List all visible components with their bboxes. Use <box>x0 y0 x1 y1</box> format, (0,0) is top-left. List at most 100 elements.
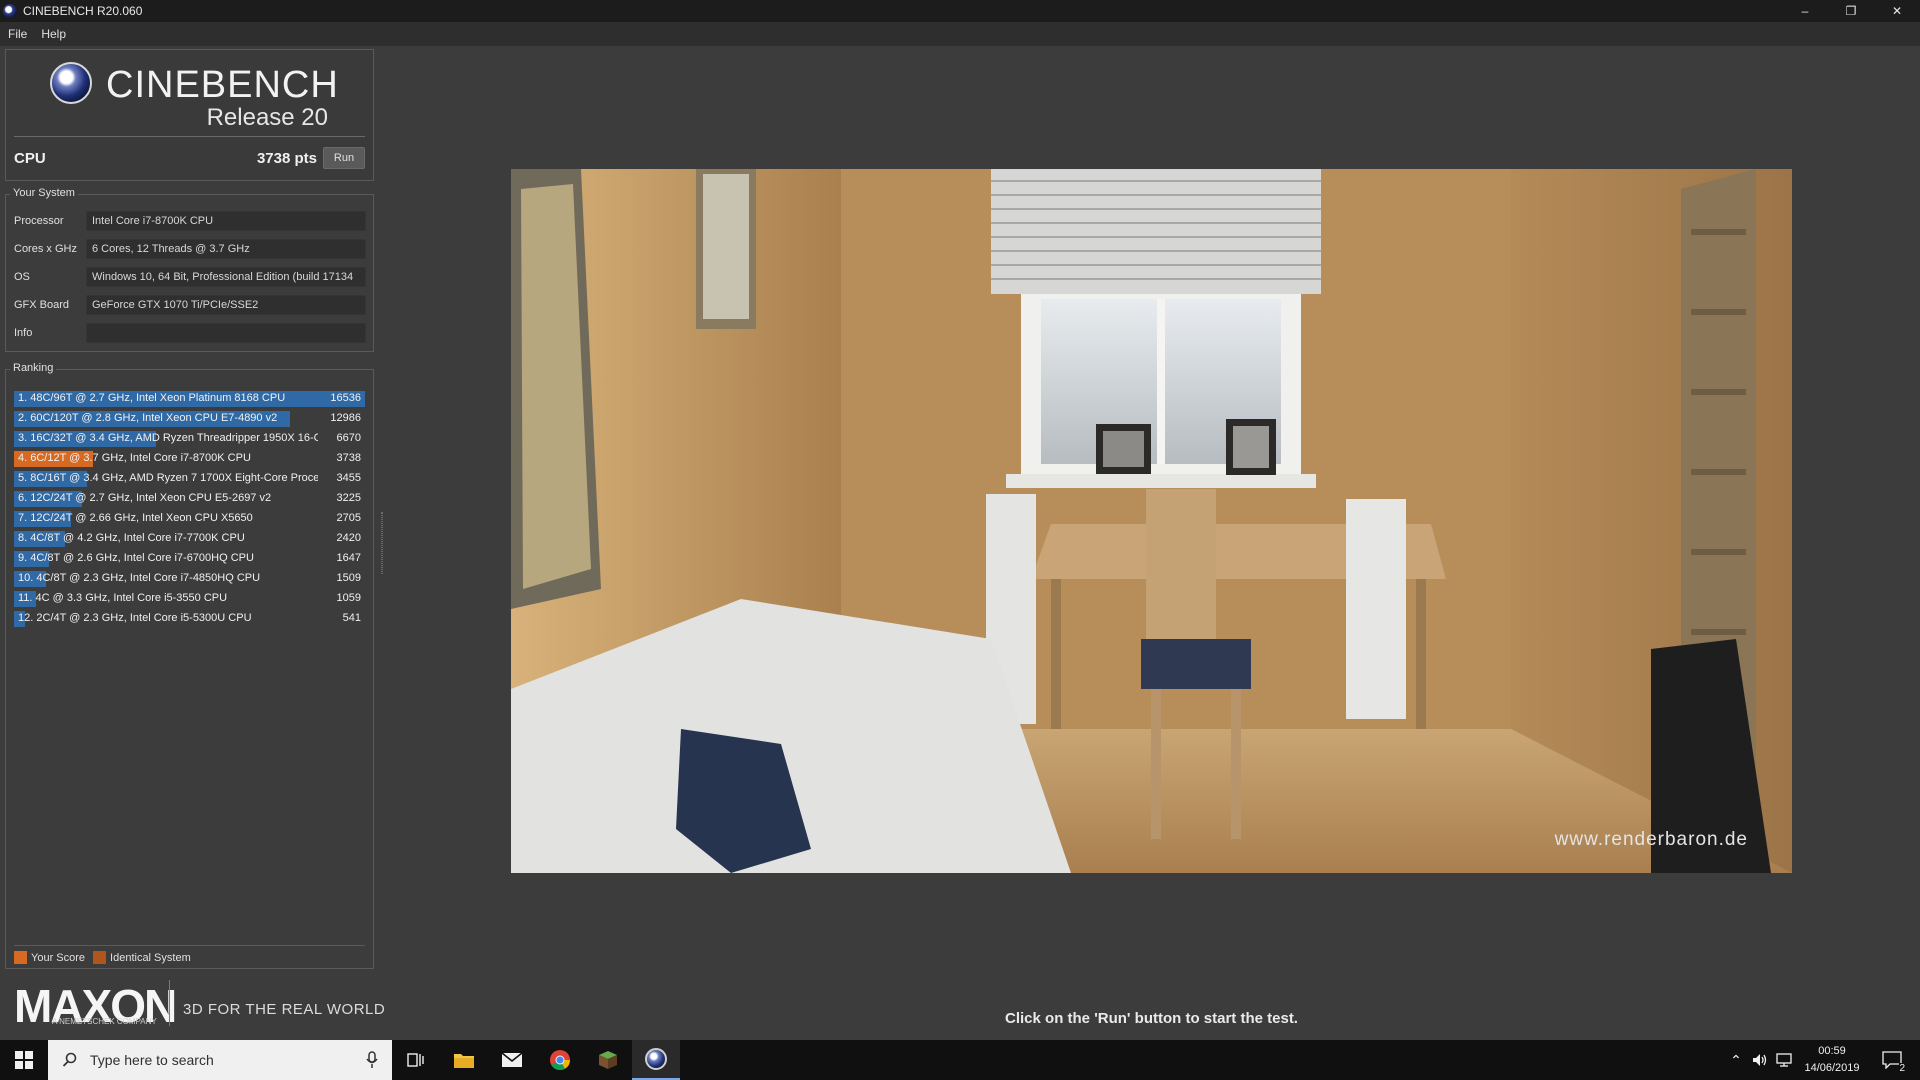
ranking-score-text: 3455 <box>336 472 361 484</box>
ranking-label-text: 8. 4C/8T @ 4.2 GHz, Intel Core i7-7700K … <box>18 532 245 544</box>
ranking-row[interactable]: 5. 8C/16T @ 3.4 GHz, AMD Ryzen 7 1700X E… <box>14 470 365 488</box>
ranking-score-text: 16536 <box>330 392 361 404</box>
cinebench-logo-icon <box>50 62 92 104</box>
cinebench-icon[interactable] <box>632 1040 680 1080</box>
tray-chevron-up-icon[interactable]: ⌃ <box>1724 1040 1748 1080</box>
identical-system-swatch <box>93 951 107 964</box>
system-row-info: Info <box>14 322 366 344</box>
clock-date[interactable]: 14/06/2019 <box>1796 1062 1868 1074</box>
maximize-button[interactable]: ❐ <box>1828 0 1874 22</box>
status-message: Click on the 'Run' button to start the t… <box>1005 1010 1298 1027</box>
ranking-row[interactable]: 3. 16C/32T @ 3.4 GHz, AMD Ryzen Threadri… <box>14 430 365 448</box>
system-value: Windows 10, 64 Bit, Professional Edition… <box>86 267 366 287</box>
divider <box>14 945 365 946</box>
menu-help[interactable]: Help <box>41 27 66 41</box>
ranking-label-text: 2. 60C/120T @ 2.8 GHz, Intel Xeon CPU E7… <box>18 412 278 424</box>
room-scene-image: www.renderbaron.de <box>511 169 1792 873</box>
ranking-score-text: 2705 <box>336 512 361 524</box>
ranking-score-text: 541 <box>342 612 361 624</box>
ranking-row[interactable]: 7. 12C/24T @ 2.66 GHz, Intel Xeon CPU X5… <box>14 510 365 528</box>
taskbar-search[interactable]: Type here to search <box>48 1040 392 1080</box>
ranking-label: Ranking <box>10 362 57 374</box>
clock-time[interactable]: 00:59 <box>1796 1045 1868 1057</box>
cinebench-app-icon <box>3 4 17 18</box>
divider <box>14 136 365 137</box>
ranking-legend: Your Score Identical System <box>14 951 191 964</box>
panel-splitter-handle[interactable] <box>381 512 383 574</box>
ranking-score-text: 1647 <box>336 552 361 564</box>
search-icon <box>62 1052 77 1067</box>
ranking-score-text: 3738 <box>336 452 361 464</box>
ranking-label-text: 12. 2C/4T @ 2.3 GHz, Intel Core i5-5300U… <box>18 612 252 624</box>
task-view-icon[interactable] <box>392 1040 440 1080</box>
ranking-label-text: 6. 12C/24T @ 2.7 GHz, Intel Xeon CPU E5-… <box>18 492 272 504</box>
cinebench-header-panel: CINEBENCH Release 20 CPU 3738 pts Run <box>5 49 374 181</box>
search-placeholder: Type here to search <box>90 1052 214 1068</box>
ranking-score-text: 1059 <box>336 592 361 604</box>
ranking-label-text: 5. 8C/16T @ 3.4 GHz, AMD Ryzen 7 1700X E… <box>18 472 318 484</box>
window-title: CINEBENCH R20.060 <box>23 4 143 18</box>
system-row-os: OS Windows 10, 64 Bit, Professional Edit… <box>14 266 366 288</box>
release-label: Release 20 <box>206 104 328 131</box>
ranking-row[interactable]: 1. 48C/96T @ 2.7 GHz, Intel Xeon Platinu… <box>14 390 365 408</box>
system-row-gfx: GFX Board GeForce GTX 1070 Ti/PCIe/SSE2 <box>14 294 366 316</box>
minecraft-icon[interactable] <box>584 1040 632 1080</box>
cpu-score: 3738 pts <box>256 150 317 167</box>
brand-title: CINEBENCH <box>106 64 339 106</box>
close-button[interactable]: ✕ <box>1874 0 1920 22</box>
legend-identical: Identical System <box>110 951 191 964</box>
your-score-swatch <box>14 951 27 964</box>
ranking-score-text: 2420 <box>336 532 361 544</box>
ranking-group: Ranking 1. 48C/96T @ 2.7 GHz, Intel Xeon… <box>5 362 374 969</box>
taskbar: Type here to search ⌃ 00:59 14/06/2019 2 <box>0 1040 1920 1080</box>
system-value: GeForce GTX 1070 Ti/PCIe/SSE2 <box>86 295 366 315</box>
ranking-label-text: 1. 48C/96T @ 2.7 GHz, Intel Xeon Platinu… <box>18 392 286 404</box>
title-bar: CINEBENCH R20.060 – ❐ ✕ <box>0 0 1920 22</box>
ranking-score-text: 1509 <box>336 572 361 584</box>
legend-your-score: Your Score <box>31 951 86 964</box>
ranking-row[interactable]: 10. 4C/8T @ 2.3 GHz, Intel Core i7-4850H… <box>14 570 365 588</box>
ranking-row[interactable]: 12. 2C/4T @ 2.3 GHz, Intel Core i5-5300U… <box>14 610 365 628</box>
system-key: Info <box>14 327 33 339</box>
menu-bar: File Help <box>0 22 1920 46</box>
file-explorer-icon[interactable] <box>440 1040 488 1080</box>
notification-center-icon[interactable]: 2 <box>1872 1040 1912 1080</box>
your-system-group: Your System Processor Intel Core i7-8700… <box>5 187 374 352</box>
render-watermark: www.renderbaron.de <box>1554 829 1748 850</box>
system-row-cores: Cores x GHz 6 Cores, 12 Threads @ 3.7 GH… <box>14 238 366 260</box>
volume-icon[interactable] <box>1748 1040 1772 1080</box>
ranking-label-text: 11. 4C @ 3.3 GHz, Intel Core i5-3550 CPU <box>18 592 228 604</box>
network-icon[interactable] <box>1772 1040 1796 1080</box>
system-value: Intel Core i7-8700K CPU <box>86 211 366 231</box>
ranking-label-text: 10. 4C/8T @ 2.3 GHz, Intel Core i7-4850H… <box>18 572 261 584</box>
ranking-label-text: 4. 6C/12T @ 3.7 GHz, Intel Core i7-8700K… <box>18 452 251 464</box>
cpu-label: CPU <box>14 150 46 167</box>
ranking-score-text: 3225 <box>336 492 361 504</box>
ranking-row[interactable]: 8. 4C/8T @ 4.2 GHz, Intel Core i7-7700K … <box>14 530 365 548</box>
system-key: Processor <box>14 215 64 227</box>
ranking-score-text: 12986 <box>330 412 361 424</box>
ranking-label-text: 3. 16C/32T @ 3.4 GHz, AMD Ryzen Threadri… <box>18 432 318 444</box>
system-value: 6 Cores, 12 Threads @ 3.7 GHz <box>86 239 366 259</box>
windows-start-icon[interactable] <box>0 1040 48 1080</box>
notification-count-badge: 2 <box>1899 1063 1905 1074</box>
ranking-score-text: 6670 <box>336 432 361 444</box>
menu-file[interactable]: File <box>8 27 27 41</box>
ranking-label-text: 9. 4C/8T @ 2.6 GHz, Intel Core i7-6700HQ… <box>18 552 254 564</box>
window-controls: – ❐ ✕ <box>1782 0 1920 22</box>
mail-icon[interactable] <box>488 1040 536 1080</box>
ranking-row[interactable]: 6. 12C/24T @ 2.7 GHz, Intel Xeon CPU E5-… <box>14 490 365 508</box>
microphone-icon[interactable] <box>366 1051 378 1069</box>
chrome-icon[interactable] <box>536 1040 584 1080</box>
run-button[interactable]: Run <box>323 147 365 169</box>
system-row-processor: Processor Intel Core i7-8700K CPU <box>14 210 366 232</box>
your-system-label: Your System <box>10 187 78 199</box>
info-field[interactable] <box>86 323 366 343</box>
ranking-row[interactable]: 9. 4C/8T @ 2.6 GHz, Intel Core i7-6700HQ… <box>14 550 365 568</box>
system-key: Cores x GHz <box>14 243 77 255</box>
ranking-row-your-score[interactable]: 4. 6C/12T @ 3.7 GHz, Intel Core i7-8700K… <box>14 450 365 468</box>
system-key: GFX Board <box>14 299 70 311</box>
ranking-row[interactable]: 2. 60C/120T @ 2.8 GHz, Intel Xeon CPU E7… <box>14 410 365 428</box>
ranking-row[interactable]: 11. 4C @ 3.3 GHz, Intel Core i5-3550 CPU… <box>14 590 365 608</box>
minimize-button[interactable]: – <box>1782 0 1828 22</box>
